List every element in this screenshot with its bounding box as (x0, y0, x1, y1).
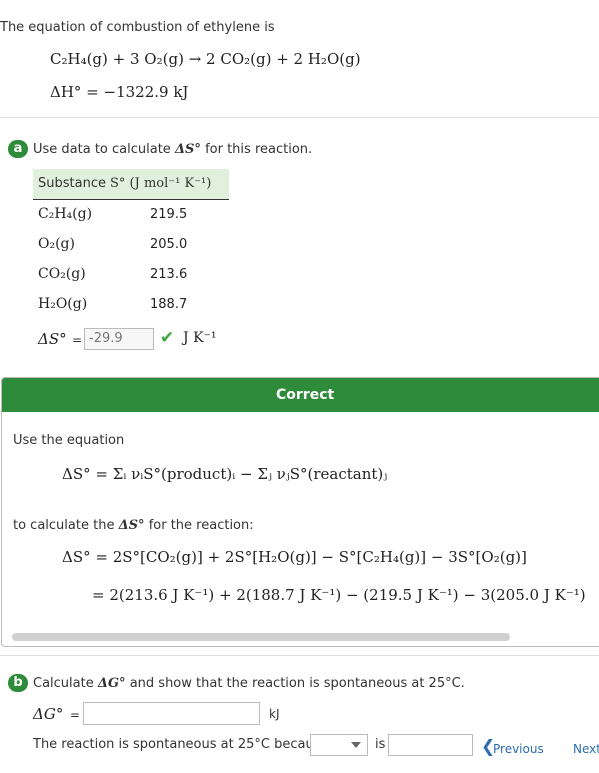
part-b-prompt-symbol: ΔG° (97, 676, 126, 691)
horizontal-scrollbar[interactable] (12, 633, 510, 641)
part-b-badge: b (8, 674, 28, 692)
general-equation: ΔS° = Σᵢ νᵢS°(product)ᵢ − Σⱼ νⱼS°(reacta… (62, 465, 388, 483)
combustion-equation: C₂H₄(g) + 3 O₂(g) → 2 CO₂(g) + 2 H₂O(g) (50, 50, 361, 68)
table-row-substance: H₂O(g) (38, 296, 88, 312)
table-row-substance: O₂(g) (38, 236, 75, 252)
feedback-header: Correct (2, 378, 599, 412)
table-row-value: 219.5 (150, 207, 188, 222)
delta-g-label: ΔG° (33, 705, 64, 723)
feedback-line2-post: for the reaction: (148, 518, 254, 533)
part-b-divider (0, 655, 599, 656)
because-text: The reaction is spontaneous at 25°C beca… (33, 737, 329, 752)
next-button[interactable]: Next (573, 742, 599, 756)
enthalpy-value: ΔH° = −1322.9 kJ (50, 83, 189, 101)
table-row-value: 213.6 (150, 267, 188, 282)
part-a-prompt-post: for this reaction. (205, 142, 313, 157)
calculation-line-1: ΔS° = 2S°[CO₂(g)] + 2S°[H₂O(g)] − S°[C₂H… (62, 548, 527, 566)
equals-sign: = (72, 333, 83, 347)
comparison-input[interactable] (388, 734, 473, 756)
previous-label: Previous (493, 742, 544, 756)
feedback-line1: Use the equation (13, 433, 125, 448)
part-a-badge: a (8, 140, 28, 158)
feedback-line2-symbol: ΔS° (118, 518, 145, 533)
part-a-prompt-symbol: ΔS° (174, 142, 201, 157)
part-a-prompt-pre: Use data to calculate (33, 142, 171, 157)
feedback-line2: to calculate the ΔS° for the reaction: (13, 518, 254, 533)
delta-s-unit: J K⁻¹ (183, 330, 217, 346)
feedback-panel: Correct Use the equation ΔS° = Σᵢ νᵢS°(p… (1, 377, 599, 647)
chevron-down-icon (351, 742, 361, 748)
calculation-line-2: = 2(213.6 J K⁻¹) + 2(188.7 J K⁻¹) − (219… (92, 586, 586, 604)
delta-g-input[interactable] (83, 702, 260, 725)
part-a-prompt: Use data to calculate ΔS° for this react… (33, 142, 312, 157)
table-row-value: 188.7 (150, 297, 188, 312)
part-b-prompt: Calculate ΔG° and show that the reaction… (33, 676, 465, 691)
table-row-value: 205.0 (150, 237, 188, 252)
delta-g-unit: kJ (269, 707, 280, 721)
equals-sign: = (70, 708, 81, 722)
feedback-status: Correct (276, 387, 335, 403)
part-b-prompt-post: and show that the reaction is spontaneou… (129, 676, 465, 691)
previous-button[interactable]: ❮ Previous (479, 734, 549, 762)
delta-s-answer-field[interactable]: -29.9 (84, 328, 154, 350)
entropy-table-header: Substance S° (J mol⁻¹ K⁻¹) (33, 169, 229, 200)
header-entropy: S° (J mol⁻¹ K⁻¹) (110, 176, 212, 191)
part-b-prompt-pre: Calculate (33, 676, 94, 691)
is-text: is (375, 737, 386, 752)
intro-text: The equation of combustion of ethylene i… (0, 20, 275, 35)
table-row-substance: CO₂(g) (38, 266, 86, 282)
check-icon: ✔ (160, 328, 175, 348)
reason-select[interactable] (310, 734, 368, 756)
feedback-line2-pre: to calculate the (13, 518, 115, 533)
header-substance: Substance (38, 176, 106, 191)
table-row-substance: C₂H₄(g) (38, 206, 93, 222)
delta-s-label: ΔS° (38, 330, 67, 348)
